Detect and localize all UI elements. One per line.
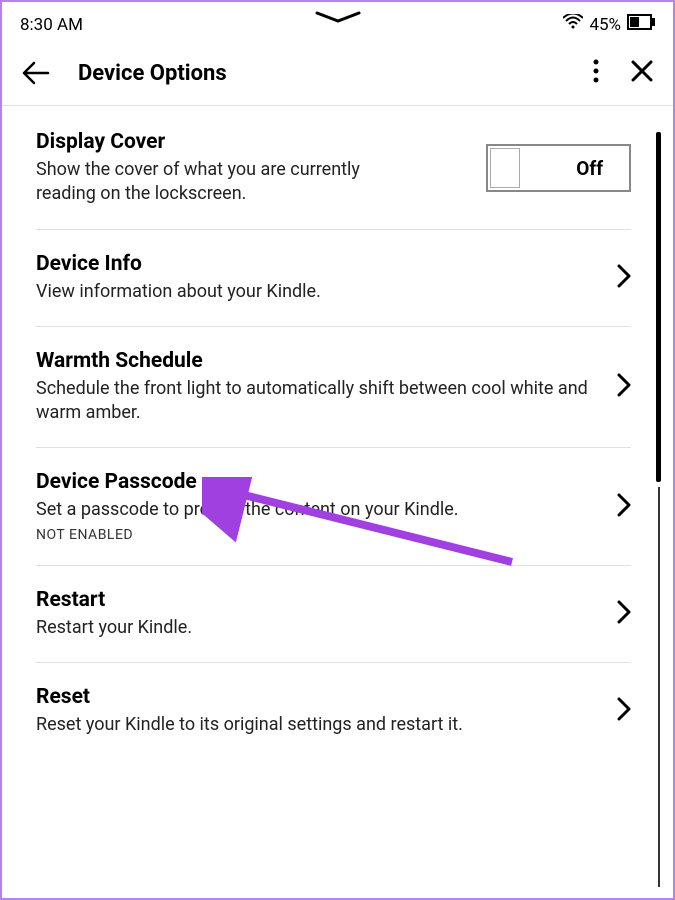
- scrollbar-track: [658, 487, 660, 887]
- chevron-right-icon: [617, 373, 631, 401]
- item-desc: Restart your Kindle.: [36, 616, 605, 640]
- item-restart[interactable]: Restart Restart your Kindle.: [36, 566, 631, 663]
- item-desc: Set a passcode to protect the content on…: [36, 498, 605, 522]
- close-icon[interactable]: [631, 60, 653, 86]
- item-title: Restart: [36, 588, 605, 612]
- toggle-label: Off: [576, 157, 603, 180]
- wifi-icon: [563, 14, 583, 35]
- status-time: 8:30 AM: [20, 15, 83, 35]
- more-menu-icon[interactable]: [593, 59, 599, 87]
- item-warmth-schedule[interactable]: Warmth Schedule Schedule the front light…: [36, 327, 631, 449]
- item-display-cover[interactable]: Display Cover Show the cover of what you…: [36, 106, 631, 230]
- status-bar: 8:30 AM 45%: [2, 2, 673, 43]
- item-title: Device Passcode: [36, 470, 605, 494]
- back-arrow-icon[interactable]: [22, 61, 50, 85]
- item-title: Device Info: [36, 252, 605, 276]
- chevron-right-icon: [617, 493, 631, 521]
- item-desc: Schedule the front light to automaticall…: [36, 377, 605, 426]
- scrollbar-thumb[interactable]: [656, 132, 661, 482]
- item-desc: Show the cover of what you are currently…: [36, 158, 396, 207]
- item-title: Warmth Schedule: [36, 349, 605, 373]
- chevron-right-icon: [617, 600, 631, 628]
- battery-percent: 45%: [589, 15, 621, 35]
- toggle-knob: [490, 148, 520, 188]
- chevron-right-icon: [617, 264, 631, 292]
- notch-indicator: [315, 10, 361, 30]
- item-reset[interactable]: Reset Reset your Kindle to its original …: [36, 663, 631, 759]
- chevron-right-icon: [617, 697, 631, 725]
- item-device-passcode[interactable]: Device Passcode Set a passcode to protec…: [36, 448, 631, 565]
- item-desc: Reset your Kindle to its original settin…: [36, 713, 605, 737]
- item-device-info[interactable]: Device Info View information about your …: [36, 230, 631, 327]
- battery-icon: [627, 14, 655, 35]
- item-status: NOT ENABLED: [36, 527, 605, 543]
- page-title: Device Options: [78, 61, 593, 86]
- item-title: Reset: [36, 685, 605, 709]
- content-area: Display Cover Show the cover of what you…: [2, 106, 673, 759]
- item-title: Display Cover: [36, 130, 474, 154]
- display-cover-toggle[interactable]: Off: [486, 144, 631, 192]
- header-bar: Device Options: [2, 43, 673, 106]
- item-desc: View information about your Kindle.: [36, 280, 605, 304]
